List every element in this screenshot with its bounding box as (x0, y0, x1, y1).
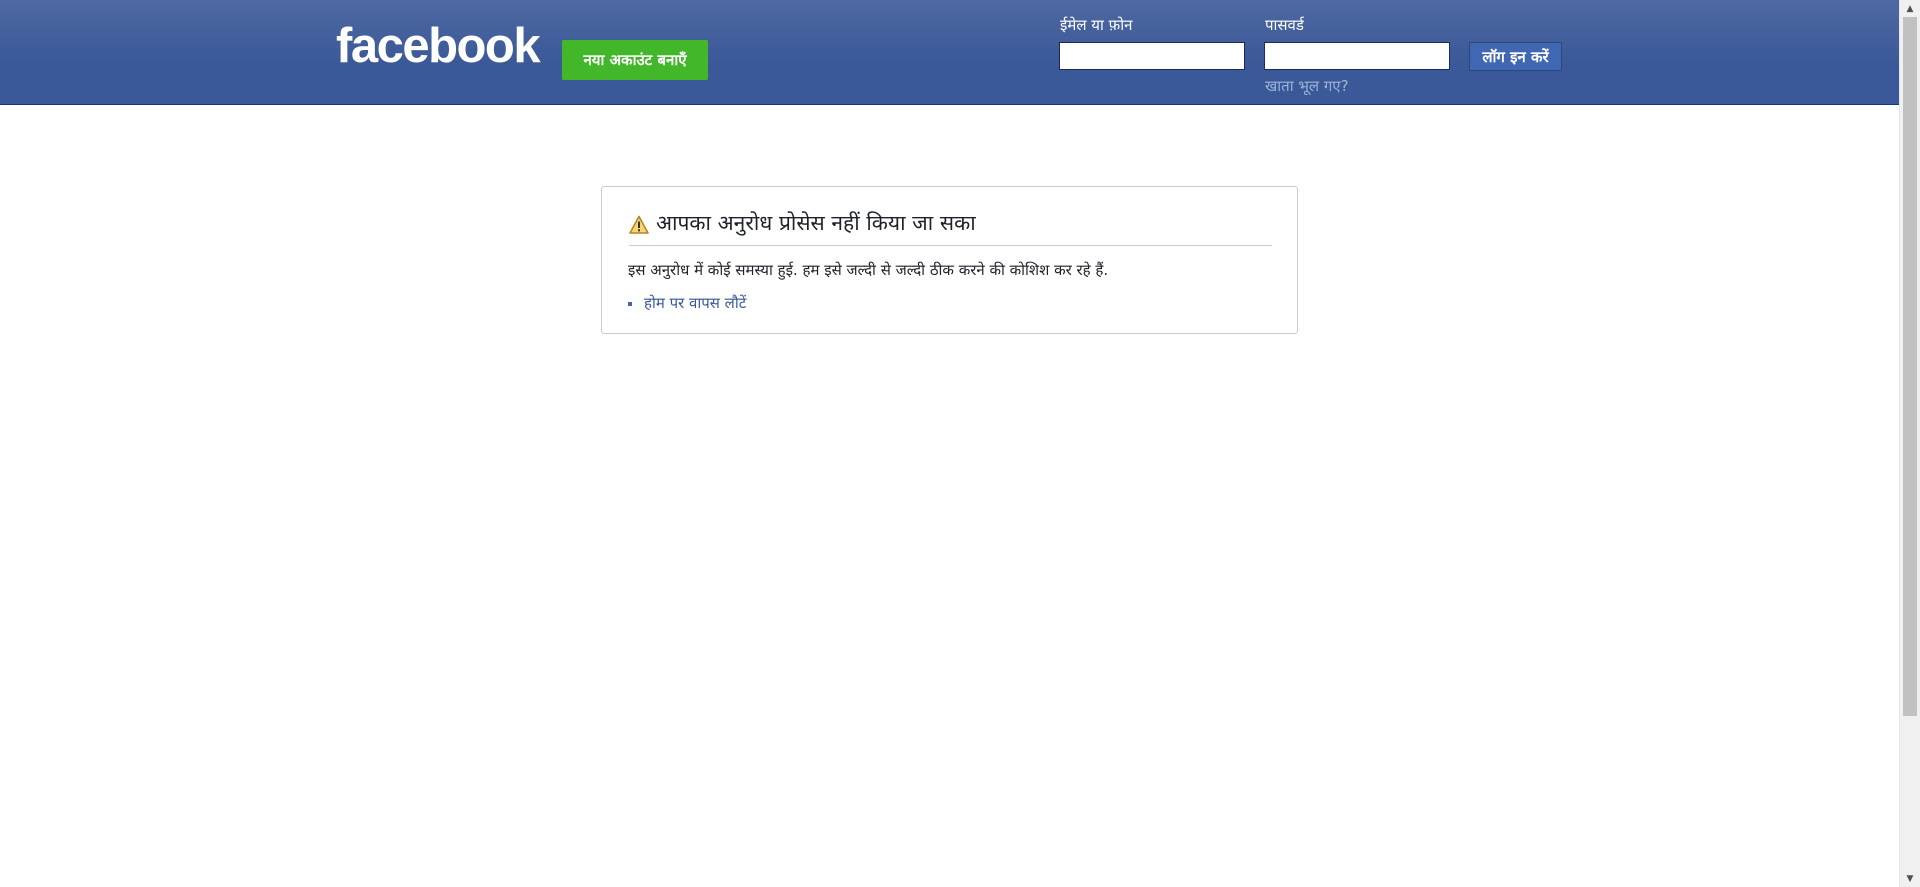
top-navigation-bar: facebook नया अकाउंट बनाएँ ईमेल या फ़ोन प… (0, 0, 1899, 105)
email-field[interactable] (1059, 42, 1245, 70)
facebook-logo[interactable]: facebook (336, 22, 541, 71)
back-to-home-link[interactable]: होम पर वापस लौटें (644, 293, 746, 313)
email-label: ईमेल या फ़ोन (1060, 16, 1133, 34)
scroll-up-arrow-icon[interactable]: ▲ (1900, 0, 1920, 17)
home-link-item: होम पर वापस लौटें (628, 293, 746, 313)
error-title: आपका अनुरोध प्रोसेस नहीं किया जा सका (656, 211, 976, 235)
error-message: इस अनुरोध में कोई समस्या हुई. हम इसे जल्… (628, 261, 1109, 279)
warning-icon (629, 215, 649, 234)
error-header: आपका अनुरोध प्रोसेस नहीं किया जा सका (629, 211, 1272, 246)
password-label: पासवर्ड (1265, 16, 1304, 34)
scroll-down-arrow-icon[interactable]: ▼ (1900, 870, 1920, 887)
create-account-button[interactable]: नया अकाउंट बनाएँ (562, 40, 708, 80)
forgot-account-link[interactable]: खाता भूल गए? (1265, 76, 1349, 96)
password-field[interactable] (1264, 42, 1450, 70)
scrollbar-thumb[interactable] (1903, 17, 1917, 716)
login-button[interactable]: लॉग इन करें (1469, 42, 1562, 71)
vertical-scrollbar[interactable]: ▲ ▼ (1899, 0, 1920, 887)
error-panel: आपका अनुरोध प्रोसेस नहीं किया जा सका इस … (601, 186, 1298, 334)
bullet-icon (628, 302, 632, 306)
